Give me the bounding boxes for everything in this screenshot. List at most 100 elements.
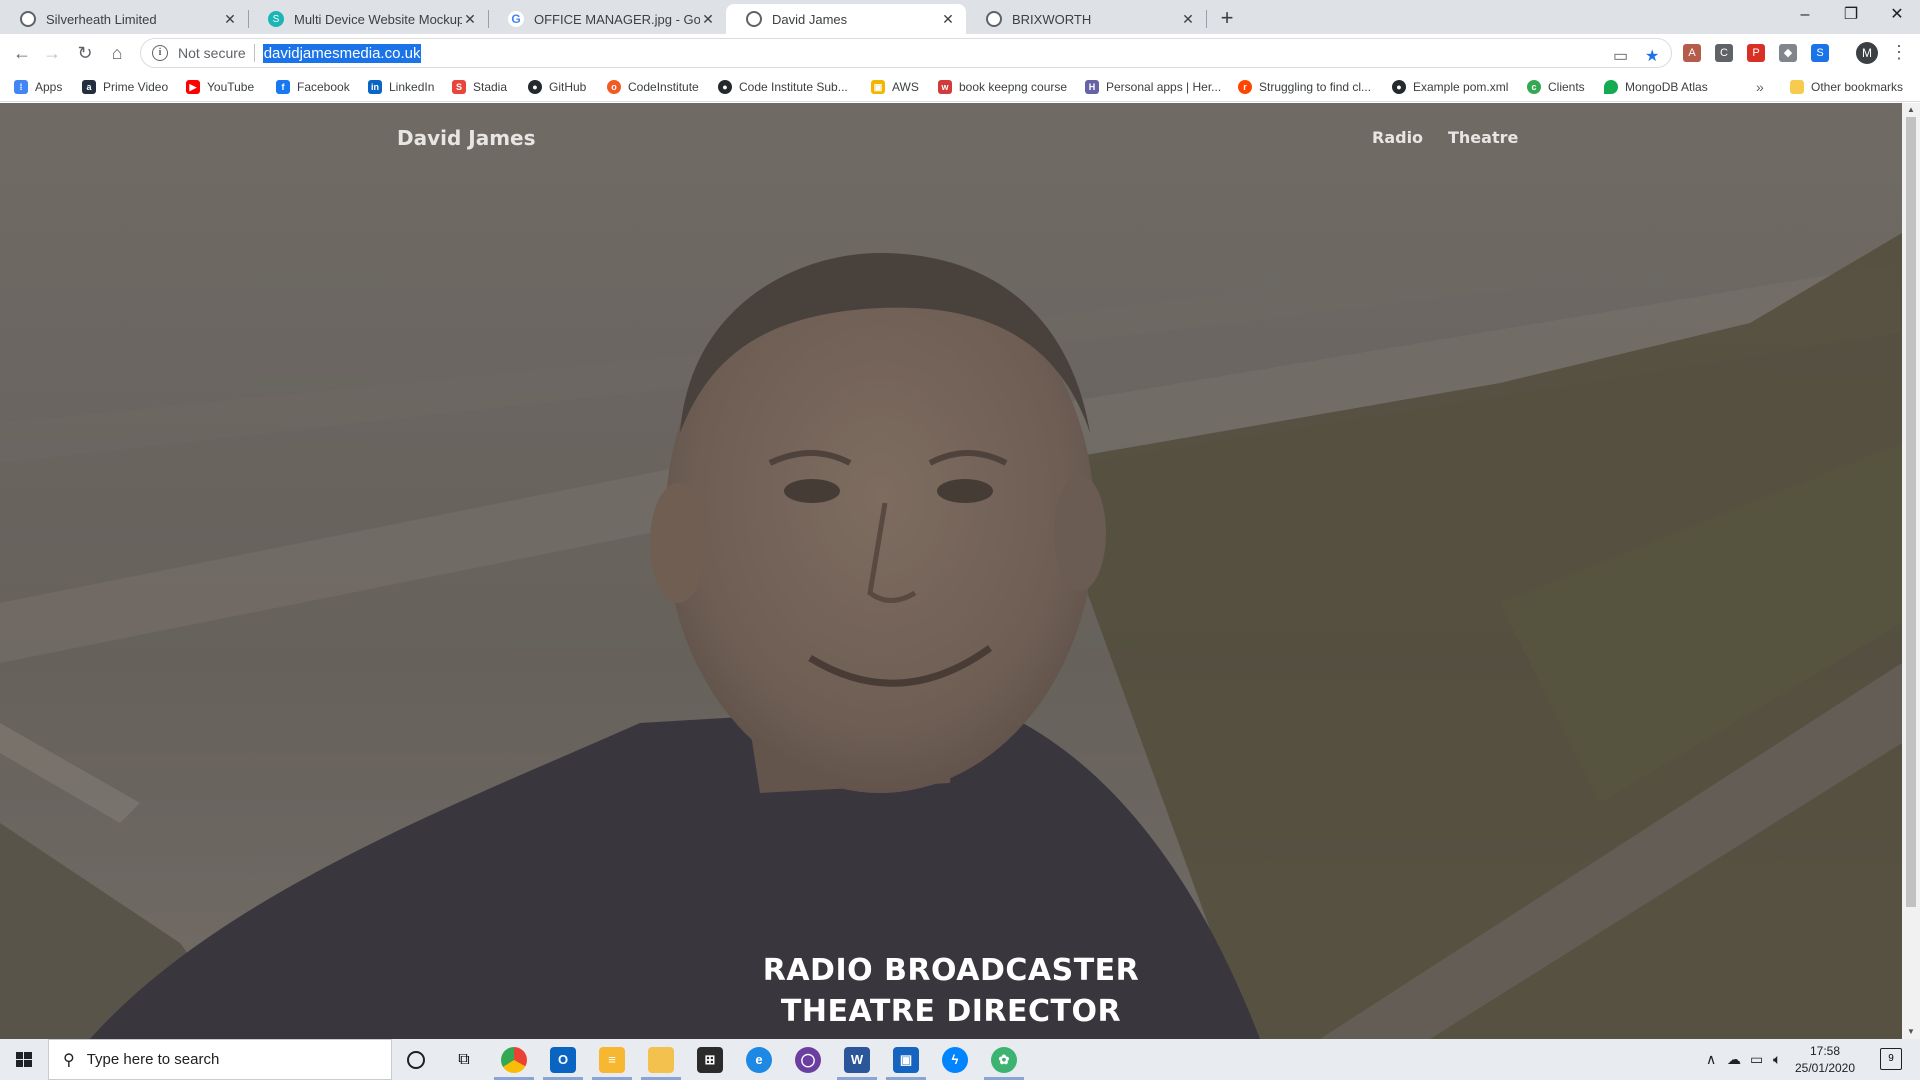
facebook-icon: f bbox=[276, 80, 290, 94]
more-bookmarks-chevron-icon[interactable]: » bbox=[1756, 78, 1764, 96]
pocket-extension-icon[interactable]: P bbox=[1747, 44, 1765, 62]
bookmark-code-institute-sub[interactable]: ● Code Institute Sub... bbox=[718, 78, 848, 96]
taskbar-word[interactable]: W bbox=[833, 1039, 881, 1080]
taskbar-chrome[interactable] bbox=[490, 1039, 538, 1080]
bookmark-heroku[interactable]: H Personal apps | Her... bbox=[1085, 78, 1221, 96]
taskbar-search-box[interactable]: ⚲ Type here to search bbox=[48, 1039, 392, 1080]
bookmark-facebook[interactable]: f Facebook bbox=[276, 78, 350, 96]
close-tab-icon[interactable]: ✕ bbox=[700, 11, 716, 27]
bookmark-youtube[interactable]: ▶ YouTube bbox=[186, 78, 254, 96]
tab-david-james[interactable]: David James ✕ bbox=[726, 4, 966, 34]
scroll-up-arrow-icon[interactable]: ▲ bbox=[1902, 103, 1920, 117]
purple-app-icon: ◯ bbox=[795, 1046, 821, 1073]
tab-brixworth[interactable]: BRIXWORTH ✕ bbox=[966, 4, 1206, 34]
close-tab-icon[interactable]: ✕ bbox=[222, 11, 238, 27]
close-tab-icon[interactable]: ✕ bbox=[462, 11, 478, 27]
page-scrollbar[interactable]: ▲ ▼ bbox=[1902, 103, 1920, 1039]
site-title[interactable]: David James bbox=[397, 126, 536, 150]
bookmark-apps[interactable]: ⁞ Apps bbox=[14, 78, 62, 96]
bookmark-star-icon[interactable]: ★ bbox=[1645, 46, 1659, 66]
other-bookmarks[interactable]: Other bookmarks bbox=[1790, 78, 1903, 96]
bookmark-label: Facebook bbox=[297, 80, 350, 94]
taskbar-notes[interactable]: ≡ bbox=[588, 1039, 636, 1080]
bookmark-linkedin[interactable]: in LinkedIn bbox=[368, 78, 434, 96]
taskbar-app-purple[interactable]: ◯ bbox=[784, 1039, 832, 1080]
bookmark-reddit[interactable]: r Struggling to find cl... bbox=[1238, 78, 1371, 96]
messenger-icon: ϟ bbox=[942, 1046, 968, 1073]
tab-title: Silverheath Limited bbox=[46, 11, 157, 27]
close-tab-icon[interactable]: ✕ bbox=[1180, 11, 1196, 27]
cast-icon[interactable]: ▭ bbox=[1613, 46, 1628, 66]
tab-silverheath[interactable]: Silverheath Limited ✕ bbox=[0, 4, 248, 34]
bookmark-example-pom[interactable]: ● Example pom.xml bbox=[1392, 78, 1508, 96]
back-arrow-icon[interactable]: ← bbox=[8, 39, 36, 67]
nav-link-radio[interactable]: Radio bbox=[1372, 128, 1423, 147]
menu-dots-icon[interactable]: ⋮ bbox=[1890, 42, 1908, 63]
shield-extension-icon[interactable]: ◆ bbox=[1779, 44, 1797, 62]
bookmark-aws[interactable]: ▣ AWS bbox=[871, 78, 919, 96]
taskbar-file-explorer[interactable] bbox=[637, 1039, 685, 1080]
chrome-icon bbox=[501, 1046, 527, 1073]
bookmark-label: Example pom.xml bbox=[1413, 80, 1509, 94]
forward-arrow-icon[interactable]: → bbox=[38, 39, 66, 67]
bookmark-label: GitHub bbox=[549, 80, 587, 94]
home-icon[interactable]: ⌂ bbox=[103, 39, 131, 67]
sync-extension-icon[interactable]: S bbox=[1811, 44, 1829, 62]
minimize-button[interactable]: – bbox=[1782, 0, 1828, 30]
bookmark-prime-video[interactable]: a Prime Video bbox=[82, 78, 168, 96]
codeinstitute-icon: o bbox=[607, 80, 621, 94]
bookmark-label: Prime Video bbox=[103, 80, 169, 94]
profile-avatar[interactable]: M bbox=[1856, 42, 1878, 64]
bookmark-codeinstitute[interactable]: o CodeInstitute bbox=[607, 78, 699, 96]
code-extension-icon[interactable]: C bbox=[1715, 44, 1733, 62]
bookmark-book-keeping[interactable]: w book keepng course bbox=[938, 78, 1067, 96]
task-view-button[interactable]: ⧉ bbox=[440, 1039, 488, 1080]
mockup-favicon-icon: S bbox=[268, 11, 284, 27]
clients-icon: c bbox=[1527, 80, 1541, 94]
folder-icon bbox=[1790, 80, 1804, 94]
tab-title: Multi Device Website Mockup Ge bbox=[294, 11, 462, 27]
tab-multi-device[interactable]: S Multi Device Website Mockup Ge ✕ bbox=[248, 4, 488, 34]
word-icon: W bbox=[844, 1046, 870, 1073]
scroll-thumb[interactable] bbox=[1906, 117, 1916, 907]
reload-icon[interactable]: ↻ bbox=[71, 39, 99, 67]
start-button[interactable] bbox=[0, 1039, 48, 1080]
web-page: David James Radio Theatre RADIO BROADCAS… bbox=[0, 103, 1902, 1039]
taskbar-store[interactable]: ⊞ bbox=[686, 1039, 734, 1080]
network-icon[interactable]: ▭ bbox=[1750, 1051, 1763, 1068]
pdf-extension-icon[interactable]: A bbox=[1683, 44, 1701, 62]
heroku-icon: H bbox=[1085, 80, 1099, 94]
taskbar-app-blue[interactable]: ▣ bbox=[882, 1039, 930, 1080]
info-icon[interactable]: i bbox=[152, 45, 168, 61]
tab-title: David James bbox=[772, 11, 848, 27]
taskbar-outlook[interactable]: O bbox=[539, 1039, 587, 1080]
onedrive-cloud-icon[interactable]: ☁ bbox=[1727, 1051, 1741, 1068]
cortana-button[interactable] bbox=[392, 1039, 440, 1080]
close-window-button[interactable]: ✕ bbox=[1874, 0, 1920, 30]
notification-center-icon[interactable]: 9 bbox=[1880, 1048, 1902, 1070]
volume-icon[interactable]: 🔈︎ bbox=[1773, 1051, 1781, 1068]
address-bar[interactable]: i Not secure davidjamesmedia.co.uk ▭ ★ bbox=[140, 38, 1672, 68]
bookmark-github[interactable]: ● GitHub bbox=[528, 78, 586, 96]
bookmark-clients[interactable]: c Clients bbox=[1527, 78, 1585, 96]
restore-button[interactable]: ❐ bbox=[1828, 0, 1874, 30]
taskbar-edge[interactable]: e bbox=[735, 1039, 783, 1080]
bookmark-stadia[interactable]: S Stadia bbox=[452, 78, 507, 96]
bookmark-mongodb[interactable]: MongoDB Atlas bbox=[1604, 78, 1708, 96]
nav-link-theatre[interactable]: Theatre bbox=[1448, 128, 1518, 147]
show-hidden-icons-chevron-icon[interactable]: ∧ bbox=[1706, 1051, 1716, 1068]
url-text[interactable]: davidjamesmedia.co.uk bbox=[262, 43, 422, 63]
tab-office-manager[interactable]: G OFFICE MANAGER.jpg - Google S ✕ bbox=[488, 4, 726, 34]
close-tab-icon[interactable]: ✕ bbox=[940, 11, 956, 27]
security-label[interactable]: Not secure bbox=[178, 45, 246, 61]
tab-separator bbox=[1206, 10, 1207, 28]
notes-icon: ≡ bbox=[599, 1046, 625, 1073]
taskbar-messenger[interactable]: ϟ bbox=[931, 1039, 979, 1080]
new-tab-button[interactable]: + bbox=[1213, 4, 1241, 32]
taskbar-app-green[interactable]: ✿ bbox=[980, 1039, 1028, 1080]
cortana-circle-icon bbox=[407, 1050, 425, 1069]
taskbar-clock[interactable]: 17:58 25/01/2020 bbox=[1790, 1043, 1860, 1077]
headline-theatre-director: THEATRE DIRECTOR bbox=[780, 994, 1122, 1029]
scroll-down-arrow-icon[interactable]: ▼ bbox=[1902, 1025, 1920, 1039]
bookmark-label: book keepng course bbox=[959, 80, 1068, 94]
